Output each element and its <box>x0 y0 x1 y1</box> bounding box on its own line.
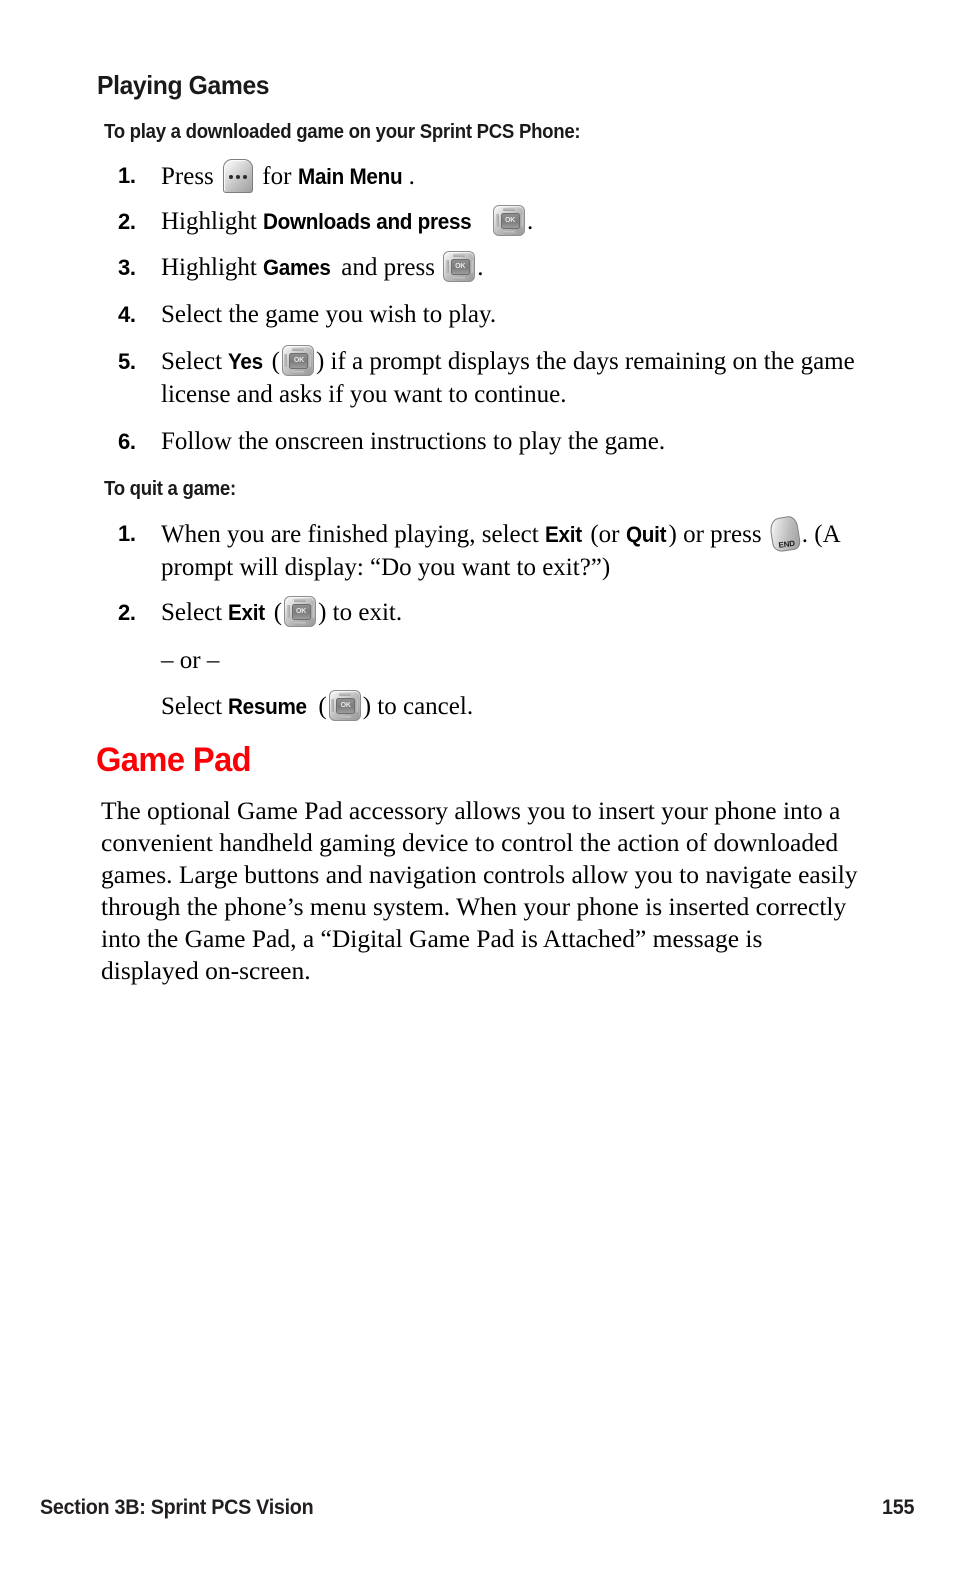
key-name-label: Exit <box>544 522 582 547</box>
list-item: 3. Highlight Games and press OK. <box>118 251 878 284</box>
key-name-label: Main Menu <box>297 164 403 189</box>
step-number: 3. <box>118 255 136 280</box>
page-title: Playing Games <box>97 70 270 100</box>
step-text-part: . <box>527 208 534 235</box>
step-text-part: ) to cancel. <box>362 693 474 720</box>
three-dots-icon <box>224 172 252 179</box>
step-text-part <box>485 208 491 235</box>
step-text-part: ) to exit. <box>318 599 403 626</box>
footer-page-number: 155 <box>881 1496 914 1519</box>
end-key-label: END <box>777 538 796 550</box>
step-number: 4. <box>118 302 136 327</box>
list-item: 4. Select the game you wish to play. <box>118 298 878 331</box>
list-item: 1. Press for Main Menu. <box>118 159 878 193</box>
step-text-part: . <box>408 163 415 190</box>
alternate-instruction: Select Resume ( OK ) to cancel. <box>161 690 473 723</box>
step-text-part: ( <box>265 348 280 375</box>
ok-key-icon: OK <box>493 205 526 236</box>
key-name-label: Exit <box>228 600 266 625</box>
ok-key-label: OK <box>289 353 309 369</box>
step-text: Press for Main Menu. <box>161 159 878 193</box>
ok-key-label: OK <box>291 604 311 620</box>
list-item: 6. Follow the onscreen instructions to p… <box>118 425 878 458</box>
step-number: 6. <box>118 429 136 454</box>
list-item: 5. Select Yes (OK) if a prompt displays … <box>118 345 878 411</box>
end-key-icon: END <box>768 515 802 553</box>
step-text-part: ) or press <box>668 521 768 548</box>
footer-section-label: Section 3B: Sprint PCS Vision <box>40 1496 314 1519</box>
ok-key-icon: OK <box>328 690 361 721</box>
page-footer: Section 3B: Sprint PCS Vision 155 <box>40 1496 914 1526</box>
step-text: Select Exit ( OK ) to exit. <box>161 596 878 629</box>
list-item: 1. When you are finished playing, select… <box>118 515 878 584</box>
quit-section-subheading: To quit a game: <box>104 478 236 500</box>
step-number: 1. <box>118 163 136 188</box>
step-text-part: When you are finished playing, select <box>161 521 545 548</box>
ok-key-label: OK <box>336 698 356 714</box>
step-text-part: (or <box>584 521 626 548</box>
step-number: 2. <box>118 600 136 625</box>
ok-key-icon: OK <box>443 251 476 282</box>
step-text: Select the game you wish to play. <box>161 301 497 328</box>
main-menu-key-icon <box>223 159 254 193</box>
step-text-part: and press <box>334 254 442 281</box>
step-number: 2. <box>118 209 136 234</box>
step-text-part: Select <box>161 599 229 626</box>
step-text-part: Press <box>161 163 221 190</box>
step-text-part: . <box>477 254 484 281</box>
step-text-part: Highlight <box>161 208 264 235</box>
key-name-label: Yes <box>228 349 264 374</box>
step-text: Select Yes (OK) if a prompt displays the… <box>161 345 878 411</box>
step-text-part: Select <box>161 693 229 720</box>
ok-key-icon: OK <box>281 345 314 376</box>
key-name-label: Quit <box>625 522 667 547</box>
ok-key-icon: OK <box>284 596 317 627</box>
step-text: When you are finished playing, select Ex… <box>161 515 878 584</box>
step-text: Highlight Games and press OK. <box>161 251 878 284</box>
step-text-part: ( <box>312 693 327 720</box>
step-text: Highlight Downloads and press OK. <box>161 205 878 238</box>
step-text-part: for <box>256 163 298 190</box>
game-pad-body-paragraph: The optional Game Pad accessory allows y… <box>101 796 858 985</box>
ok-key-label: OK <box>450 259 470 275</box>
step-text-part: ( <box>267 599 283 626</box>
chapter-title: Game Pad <box>96 741 252 779</box>
key-name-label: Games <box>263 255 331 280</box>
key-name-label: Downloads and press <box>263 209 472 234</box>
step-number: 1. <box>118 521 136 546</box>
ok-key-label: OK <box>500 213 520 229</box>
list-item: 2. Highlight Downloads and press OK. <box>118 205 878 238</box>
step-text-part: Highlight <box>161 254 264 281</box>
step-text-part: Select <box>161 348 229 375</box>
manual-page: Playing Games To play a downloaded game … <box>0 0 954 1590</box>
step-text: Follow the onscreen instructions to play… <box>161 428 666 455</box>
key-name-label: Resume <box>228 694 308 719</box>
play-section-subheading: To play a downloaded game on your Sprint… <box>104 121 581 143</box>
step-number: 5. <box>118 349 136 374</box>
list-item: 2. Select Exit ( OK ) to exit. <box>118 596 878 629</box>
or-separator: – or – <box>161 647 220 674</box>
